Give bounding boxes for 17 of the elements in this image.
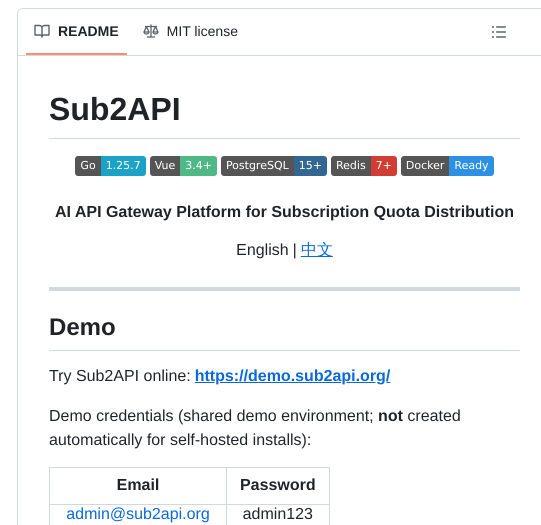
demo-link[interactable]: https://demo.sub2api.org/ — [194, 365, 390, 389]
language-label: English — [236, 241, 289, 261]
readme-title: Sub2API — [49, 89, 520, 139]
credentials-text: Demo credentials (shared demo environment; not created automatically for self-hosted installs): — [49, 407, 462, 451]
book-icon — [34, 23, 50, 39]
column-header: Password — [226, 468, 330, 504]
tab[interactable]: README — [26, 9, 127, 55]
column-header: Email — [50, 468, 226, 504]
separator-text: | — [292, 241, 297, 261]
tagline: AI API Gateway Platform for Subscription Quota Distribution — [54, 203, 515, 223]
tab[interactable]: MIT license — [134, 9, 246, 55]
outline-menu-icon[interactable] — [491, 24, 507, 40]
scale-icon — [142, 23, 159, 39]
demo-text: Try Sub2API online: — [49, 367, 191, 387]
table-cell: admin@sub2api.org — [50, 504, 226, 525]
section-heading: Demo — [49, 313, 520, 351]
language-link[interactable]: 中文 — [300, 239, 333, 263]
